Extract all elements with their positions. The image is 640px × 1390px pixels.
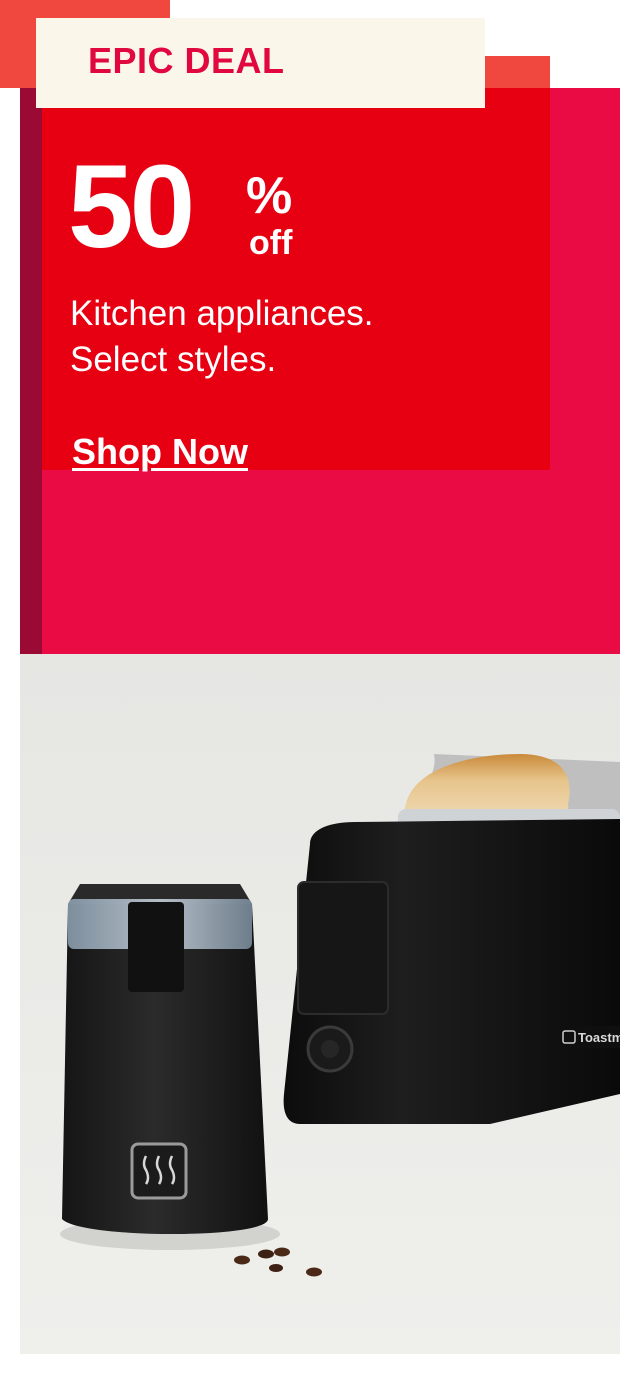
percent-sign: % xyxy=(246,167,293,225)
shop-now-link[interactable]: Shop Now xyxy=(72,431,248,473)
promo-subtitle-line-1: Kitchen appliances. xyxy=(70,294,374,333)
discount-value: 50 xyxy=(68,141,195,273)
promo-panel-edge xyxy=(20,88,42,654)
product-photo[interactable]: Toastma xyxy=(20,654,620,1354)
off-label: off xyxy=(249,224,293,262)
toaster-brand-label: Toastma xyxy=(578,1030,620,1045)
epic-deal-label: EPIC DEAL xyxy=(88,40,285,81)
promo-subtitle-line-2: Select styles. xyxy=(70,340,277,379)
deal-accent-block xyxy=(485,56,550,88)
